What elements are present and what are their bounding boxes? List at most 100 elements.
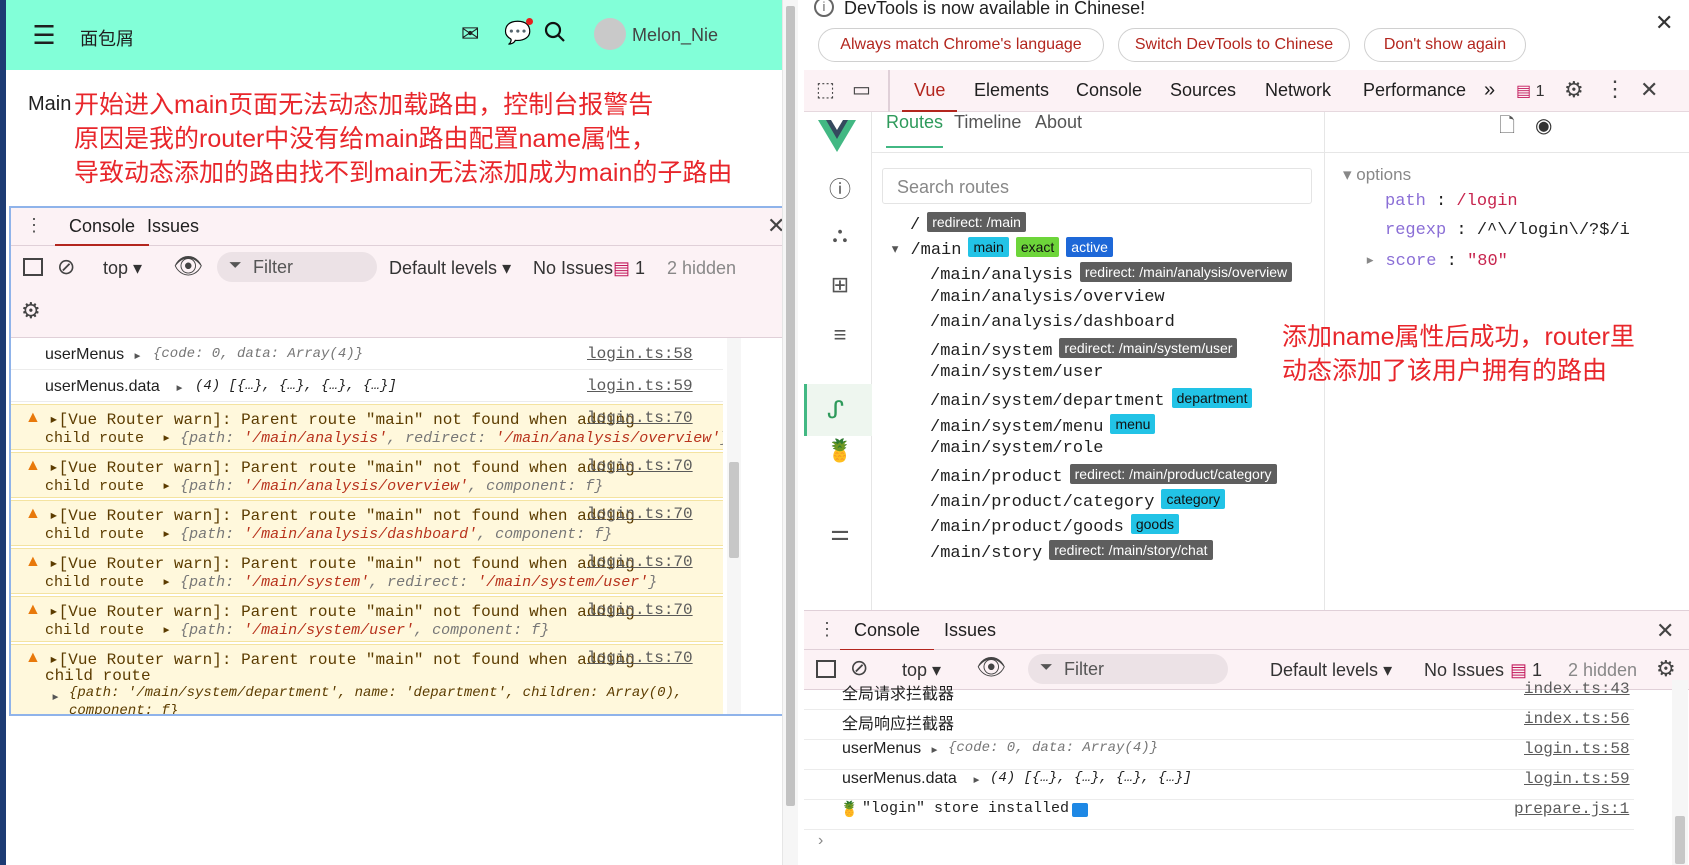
route-row[interactable]: /main/analysis/dashboard [930,313,1175,332]
subtab-about[interactable]: About [1035,112,1082,133]
tab-issues[interactable]: Issues [944,620,996,641]
context-select[interactable]: top ▾ [103,258,142,279]
warning-row[interactable]: ▲ ▸[Vue Router warn]: Parent route "main… [11,644,723,714]
warning-row[interactable]: ▲ ▸[Vue Router warn]: Parent route "main… [11,548,723,594]
route-row[interactable]: /main/story redirect: /main/story/chat [930,539,1213,563]
tab-elements[interactable]: Elements [974,80,1049,101]
file-icon[interactable]: 🗋 [1499,116,1515,136]
route-row[interactable]: /main/product/category category [930,489,1226,512]
more-vert-icon[interactable]: ⋮ [25,216,43,234]
components-tree-icon[interactable]: ⛬ [826,222,854,250]
pinia-icon[interactable]: 🍍 [826,438,854,466]
tab-issues[interactable]: Issues [147,216,199,237]
tab-console[interactable]: Console [840,611,935,651]
source-link[interactable]: login.ts:58 [587,345,693,363]
tab-console[interactable]: Console [1076,80,1142,101]
tab-console[interactable]: Console [55,208,150,246]
page-scrollbar[interactable] [782,0,798,865]
route-row[interactable]: /main/analysis/overview [930,288,1165,307]
tab-performance[interactable]: Performance [1363,80,1466,101]
expand-arrow-icon[interactable]: ▸ [972,770,981,789]
close-devtools-icon[interactable]: ✕ [1640,79,1658,101]
expand-arrow-icon[interactable]: ▸ [51,687,60,706]
settings-gear-icon[interactable]: ⚙ [1564,79,1584,101]
issues-icon[interactable]: ▤ 1 [1516,81,1544,101]
route-row[interactable]: /main/system/user [930,363,1103,382]
log-row[interactable]: userMenus.data ▸ (4) [{…}, {…}, {…}, {…}… [804,770,1634,800]
log-row[interactable]: userMenus ▸ {code: 0, data: Array(4)} lo… [11,338,723,370]
expand-arrow-icon[interactable]: ▸ [930,740,939,759]
log-row[interactable]: userMenus.data ▸ (4) [{…}, {…}, {…}, {…}… [11,370,723,402]
source-link[interactable]: login.ts:70 [587,649,693,667]
chat-icon[interactable]: 💬 [504,22,531,44]
always-match-language-button[interactable]: Always match Chrome's language [818,28,1104,62]
warning-row[interactable]: ▲ ▸[Vue Router warn]: Parent route "main… [11,452,723,498]
router-tab[interactable]: ᔑ [804,384,872,436]
source-link[interactable]: login.ts:59 [1524,770,1630,788]
context-select[interactable]: top ▾ [902,660,941,681]
log-row[interactable]: 🍍 "login" store installed prepare.js:1 [804,800,1634,830]
route-row[interactable]: /main/system/menu menu [930,413,1156,437]
log-row[interactable]: 全局请求拦截器 index.ts:43 [804,680,1634,710]
close-icon[interactable]: ✕ [1656,620,1674,642]
timeline-icon[interactable]: ≡ [826,322,854,350]
banner-close-icon[interactable]: ✕ [1655,12,1673,34]
page-scrollbar-thumb[interactable] [786,6,795,806]
log-object[interactable]: {code: 0, data: Array(4)} [153,346,363,362]
warning-row[interactable]: ▲ ▸[Vue Router warn]: Parent route "main… [11,404,723,450]
source-link[interactable]: login.ts:59 [587,377,693,395]
source-link[interactable]: login.ts:58 [1524,740,1630,758]
settings-sliders-icon[interactable]: ⚌ [826,520,854,548]
source-link[interactable]: index.ts:56 [1524,710,1630,728]
log-object[interactable]: (4) [{…}, {…}, {…}, {…}] [195,378,397,394]
search-routes-input[interactable]: Search routes [882,168,1312,204]
issues-status[interactable]: No Issues [533,258,613,279]
switch-to-chinese-button[interactable]: Switch DevTools to Chinese [1118,28,1350,62]
scrollbar-thumb[interactable] [729,462,739,558]
log-row[interactable]: 全局响应拦截器 index.ts:56 [804,710,1634,740]
source-link[interactable]: login.ts:70 [587,601,693,619]
levels-select[interactable]: Default levels ▾ [389,258,511,279]
user-name[interactable]: Melon_Nie [632,25,718,46]
settings-gear-icon[interactable]: ⚙ [1656,658,1676,680]
dont-show-again-button[interactable]: Don't show again [1364,28,1526,62]
search-icon[interactable] [544,21,566,48]
filter-input[interactable]: ⏷ Filter [217,252,377,282]
warning-row[interactable]: ▲ ▸[Vue Router warn]: Parent route "main… [11,500,723,546]
console-prompt[interactable]: › [818,832,823,850]
log-object[interactable]: {code: 0, data: Array(4)} [948,740,1158,756]
more-tabs-icon[interactable]: » [1484,79,1495,102]
source-link[interactable]: login.ts:70 [587,457,693,475]
route-row[interactable]: / redirect: /main [910,212,1026,235]
routes-tree-icon[interactable]: ⊞ [826,272,854,300]
issues-status[interactable]: No Issues [1424,660,1504,681]
avatar[interactable] [594,18,626,50]
clear-console-icon[interactable]: ⊘ [850,657,868,679]
scrollbar[interactable] [1672,680,1688,865]
settings-gear-icon[interactable]: ⚙ [21,300,41,322]
inspect-element-icon[interactable]: ⬚ [816,80,835,100]
tab-network[interactable]: Network [1265,80,1331,101]
scrollbar-thumb[interactable] [1675,816,1685,864]
subtab-timeline[interactable]: Timeline [954,112,1021,133]
tab-sources[interactable]: Sources [1170,80,1236,101]
issue-icon[interactable]: ▤ 1 [613,258,645,279]
expand-arrow-icon[interactable]: ▸ [133,346,142,365]
tab-vue[interactable]: Vue [902,70,958,112]
menu-fold-icon[interactable]: ☰ [30,22,58,48]
scrollbar[interactable] [727,338,741,714]
levels-select[interactable]: Default levels ▾ [1270,660,1392,681]
route-row[interactable]: /main/analysis redirect: /main/analysis/o… [930,262,1293,285]
source-link[interactable]: login.ts:70 [587,409,693,427]
warning-row[interactable]: ▲ ▸[Vue Router warn]: Parent route "main… [11,596,723,642]
option-score[interactable]: ▸ score : "80" [1365,250,1508,271]
github-icon[interactable]: ◉ [1535,116,1552,136]
route-row[interactable]: /main/product/goods goods [930,514,1179,537]
route-row[interactable]: /main/system/department department [930,388,1253,411]
clear-console-icon[interactable]: ⊘ [57,256,75,278]
route-row[interactable]: /main/system redirect: /main/system/user [930,338,1238,361]
component-info-icon[interactable]: ⓘ [826,172,854,202]
options-header[interactable]: ▾ options [1343,165,1411,185]
issue-icon[interactable]: ▤ 1 [1510,660,1542,681]
log-row[interactable]: userMenus ▸ {code: 0, data: Array(4)} lo… [804,740,1634,770]
